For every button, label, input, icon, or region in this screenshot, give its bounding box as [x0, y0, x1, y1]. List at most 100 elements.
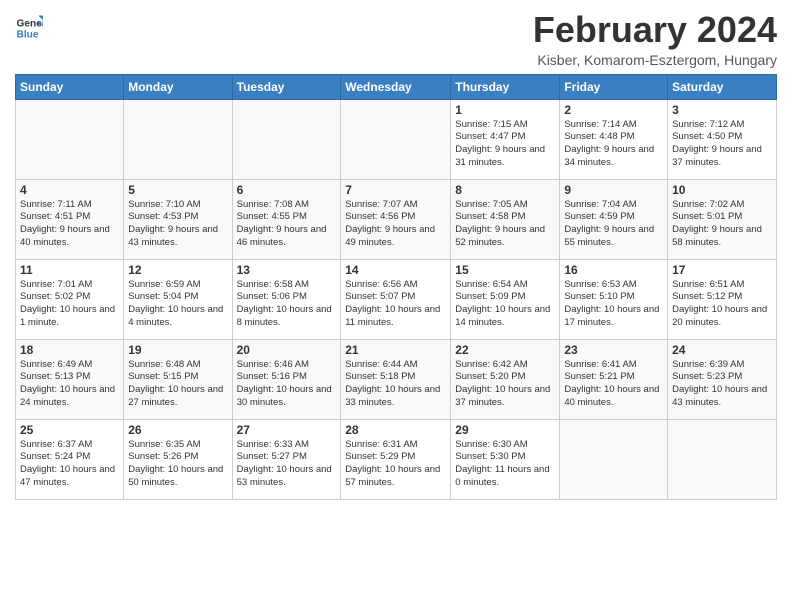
week-row-1: 4Sunrise: 7:11 AM Sunset: 4:51 PM Daylig… — [16, 179, 777, 259]
week-row-4: 25Sunrise: 6:37 AM Sunset: 5:24 PM Dayli… — [16, 419, 777, 499]
day-info: Sunrise: 6:51 AM Sunset: 5:12 PM Dayligh… — [672, 279, 772, 330]
day-number: 14 — [345, 263, 446, 277]
day-number: 28 — [345, 423, 446, 437]
calendar-cell — [668, 419, 777, 499]
day-info: Sunrise: 7:11 AM Sunset: 4:51 PM Dayligh… — [20, 199, 119, 250]
calendar-cell: 3 Sunrise: 7:12 AM Sunset: 4:50 PM Daylig… — [668, 99, 777, 179]
calendar-cell: 19 Sunrise: 6:48 AM Sunset: 5:15 PM Dayli… — [124, 339, 232, 419]
day-number: 22 — [455, 343, 555, 357]
day-number: 16 — [564, 263, 663, 277]
day-number: 12 — [128, 263, 227, 277]
week-row-0: 1Sunrise: 7:15 AM Sunset: 4:47 PM Daylig… — [16, 99, 777, 179]
calendar-cell: 14 Sunrise: 6:56 AM Sunset: 5:07 PM Dayli… — [341, 259, 451, 339]
title-area: February 2024 Kisber, Komarom-Esztergom,… — [533, 10, 777, 68]
calendar-cell: 4Sunrise: 7:11 AM Sunset: 4:51 PM Daylig… — [16, 179, 124, 259]
day-info: Sunrise: 7:07 AM Sunset: 4:56 PM Dayligh… — [345, 199, 446, 250]
day-info: Sunrise: 7:04 AM Sunset: 4:59 PM Dayligh… — [564, 199, 663, 250]
day-header-wednesday: Wednesday — [341, 74, 451, 99]
week-row-3: 18Sunrise: 6:49 AM Sunset: 5:13 PM Dayli… — [16, 339, 777, 419]
calendar-cell: 13Sunrise: 6:58 AM Sunset: 5:06 PM Dayli… — [232, 259, 341, 339]
calendar-cell: 29 Sunrise: 6:30 AM Sunset: 5:30 PM Dayli… — [451, 419, 560, 499]
day-info: Sunrise: 6:37 AM Sunset: 5:24 PM Dayligh… — [20, 439, 119, 490]
day-info: Sunrise: 7:12 AM Sunset: 4:50 PM Dayligh… — [672, 119, 772, 170]
day-info: Sunrise: 6:42 AM Sunset: 5:20 PM Dayligh… — [455, 359, 555, 410]
week-row-2: 11Sunrise: 7:01 AM Sunset: 5:02 PM Dayli… — [16, 259, 777, 339]
day-info: Sunrise: 6:30 AM Sunset: 5:30 PM Dayligh… — [455, 439, 555, 490]
calendar-cell: 12 Sunrise: 6:59 AM Sunset: 5:04 PM Dayli… — [124, 259, 232, 339]
calendar-cell: 18Sunrise: 6:49 AM Sunset: 5:13 PM Dayli… — [16, 339, 124, 419]
calendar-cell — [341, 99, 451, 179]
day-info: Sunrise: 6:44 AM Sunset: 5:18 PM Dayligh… — [345, 359, 446, 410]
calendar-cell: 20 Sunrise: 6:46 AM Sunset: 5:16 PM Dayli… — [232, 339, 341, 419]
calendar-cell: 1Sunrise: 7:15 AM Sunset: 4:47 PM Daylig… — [451, 99, 560, 179]
day-info: Sunrise: 6:41 AM Sunset: 5:21 PM Dayligh… — [564, 359, 663, 410]
day-number: 17 — [672, 263, 772, 277]
day-info: Sunrise: 6:56 AM Sunset: 5:07 PM Dayligh… — [345, 279, 446, 330]
calendar-cell — [560, 419, 668, 499]
calendar-cell: 17 Sunrise: 6:51 AM Sunset: 5:12 PM Dayli… — [668, 259, 777, 339]
day-number: 24 — [672, 343, 772, 357]
day-info: Sunrise: 7:08 AM Sunset: 4:55 PM Dayligh… — [237, 199, 337, 250]
day-info: Sunrise: 6:59 AM Sunset: 5:04 PM Dayligh… — [128, 279, 227, 330]
day-header-monday: Monday — [124, 74, 232, 99]
day-number: 26 — [128, 423, 227, 437]
day-number: 9 — [564, 183, 663, 197]
day-number: 23 — [564, 343, 663, 357]
header-row: SundayMondayTuesdayWednesdayThursdayFrid… — [16, 74, 777, 99]
day-number: 3 — [672, 103, 772, 117]
day-info: Sunrise: 7:05 AM Sunset: 4:58 PM Dayligh… — [455, 199, 555, 250]
day-header-sunday: Sunday — [16, 74, 124, 99]
day-number: 8 — [455, 183, 555, 197]
day-number: 15 — [455, 263, 555, 277]
day-number: 13 — [237, 263, 337, 277]
day-info: Sunrise: 6:54 AM Sunset: 5:09 PM Dayligh… — [455, 279, 555, 330]
calendar-cell: 6 Sunrise: 7:08 AM Sunset: 4:55 PM Daylig… — [232, 179, 341, 259]
calendar-cell: 25Sunrise: 6:37 AM Sunset: 5:24 PM Dayli… — [16, 419, 124, 499]
day-number: 27 — [237, 423, 337, 437]
day-info: Sunrise: 6:31 AM Sunset: 5:29 PM Dayligh… — [345, 439, 446, 490]
day-info: Sunrise: 6:46 AM Sunset: 5:16 PM Dayligh… — [237, 359, 337, 410]
day-number: 21 — [345, 343, 446, 357]
calendar-cell: 8 Sunrise: 7:05 AM Sunset: 4:58 PM Daylig… — [451, 179, 560, 259]
calendar-cell — [124, 99, 232, 179]
calendar-cell: 22 Sunrise: 6:42 AM Sunset: 5:20 PM Dayli… — [451, 339, 560, 419]
day-number: 6 — [237, 183, 337, 197]
day-info: Sunrise: 7:10 AM Sunset: 4:53 PM Dayligh… — [128, 199, 227, 250]
day-number: 29 — [455, 423, 555, 437]
calendar-cell: 28 Sunrise: 6:31 AM Sunset: 5:29 PM Dayli… — [341, 419, 451, 499]
day-number: 10 — [672, 183, 772, 197]
month-title: February 2024 — [533, 10, 777, 50]
day-info: Sunrise: 6:48 AM Sunset: 5:15 PM Dayligh… — [128, 359, 227, 410]
day-number: 1 — [455, 103, 555, 117]
day-header-tuesday: Tuesday — [232, 74, 341, 99]
day-number: 20 — [237, 343, 337, 357]
day-info: Sunrise: 7:14 AM Sunset: 4:48 PM Dayligh… — [564, 119, 663, 170]
logo-icon: General Blue — [15, 14, 43, 42]
day-info: Sunrise: 7:02 AM Sunset: 5:01 PM Dayligh… — [672, 199, 772, 250]
day-header-saturday: Saturday — [668, 74, 777, 99]
calendar-cell: 23 Sunrise: 6:41 AM Sunset: 5:21 PM Dayli… — [560, 339, 668, 419]
calendar-cell: 21 Sunrise: 6:44 AM Sunset: 5:18 PM Dayli… — [341, 339, 451, 419]
calendar-cell: 27Sunrise: 6:33 AM Sunset: 5:27 PM Dayli… — [232, 419, 341, 499]
calendar-cell: 24 Sunrise: 6:39 AM Sunset: 5:23 PM Dayli… — [668, 339, 777, 419]
calendar-cell: 10 Sunrise: 7:02 AM Sunset: 5:01 PM Dayli… — [668, 179, 777, 259]
day-number: 7 — [345, 183, 446, 197]
calendar-cell: 15 Sunrise: 6:54 AM Sunset: 5:09 PM Dayli… — [451, 259, 560, 339]
calendar-cell: 2Sunrise: 7:14 AM Sunset: 4:48 PM Daylig… — [560, 99, 668, 179]
day-info: Sunrise: 7:01 AM Sunset: 5:02 PM Dayligh… — [20, 279, 119, 330]
day-info: Sunrise: 6:39 AM Sunset: 5:23 PM Dayligh… — [672, 359, 772, 410]
page-header: General Blue February 2024 Kisber, Komar… — [15, 10, 777, 68]
day-number: 5 — [128, 183, 227, 197]
day-header-friday: Friday — [560, 74, 668, 99]
calendar-cell: 5 Sunrise: 7:10 AM Sunset: 4:53 PM Daylig… — [124, 179, 232, 259]
location-title: Kisber, Komarom-Esztergom, Hungary — [533, 52, 777, 68]
logo: General Blue — [15, 14, 43, 42]
calendar-cell — [16, 99, 124, 179]
calendar-cell: 7 Sunrise: 7:07 AM Sunset: 4:56 PM Daylig… — [341, 179, 451, 259]
calendar-cell — [232, 99, 341, 179]
day-number: 19 — [128, 343, 227, 357]
day-number: 18 — [20, 343, 119, 357]
calendar-cell: 9 Sunrise: 7:04 AM Sunset: 4:59 PM Daylig… — [560, 179, 668, 259]
calendar-cell: 26Sunrise: 6:35 AM Sunset: 5:26 PM Dayli… — [124, 419, 232, 499]
day-header-thursday: Thursday — [451, 74, 560, 99]
